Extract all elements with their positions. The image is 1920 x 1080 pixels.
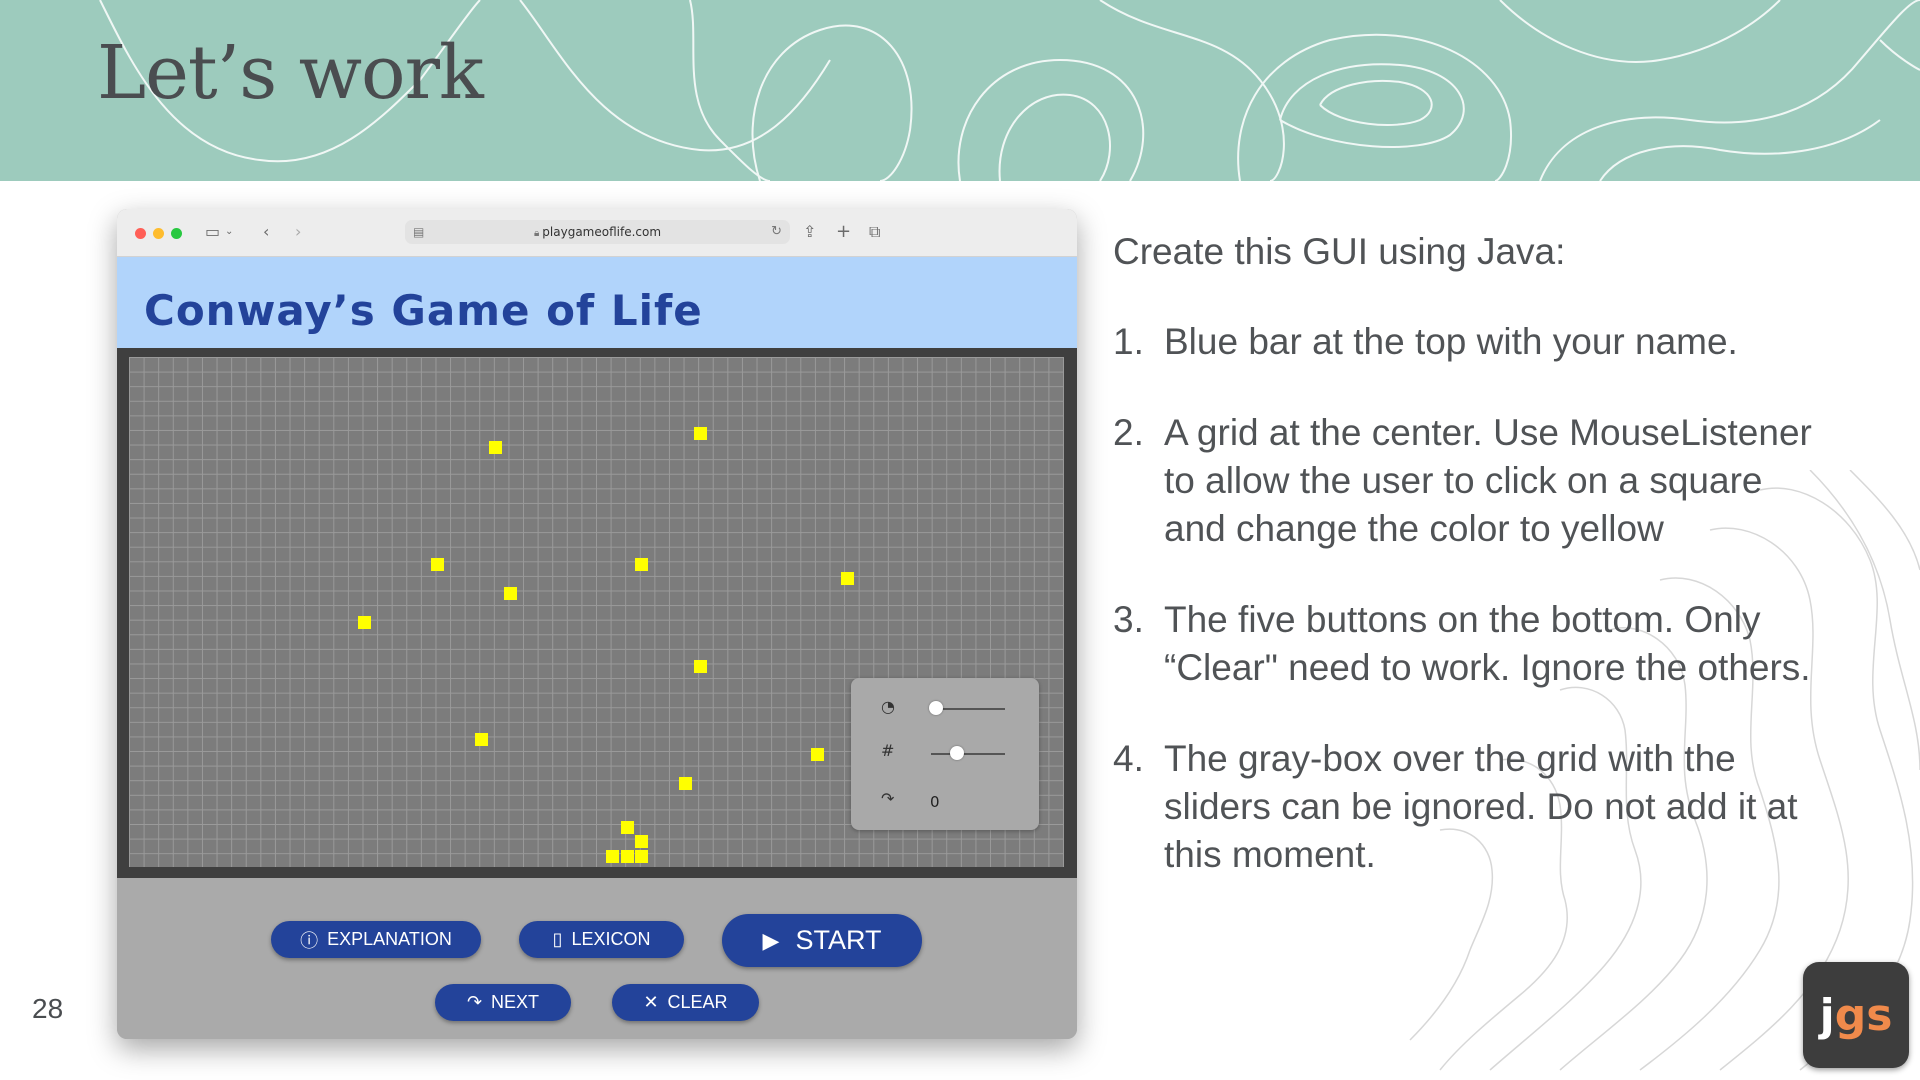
clear-button[interactable]: ✕ CLEAR [612, 984, 759, 1021]
item-number: 2. [1113, 412, 1144, 453]
settings-panel: ◔ # ↷ 0 [851, 678, 1039, 830]
reload-icon[interactable]: ↻ [771, 220, 782, 244]
instructions: Create this GUI using Java: 1. Blue bar a… [1113, 228, 1813, 922]
info-icon: ⓘ [300, 930, 319, 951]
back-icon[interactable]: ‹ [263, 221, 269, 243]
instructions-intro: Create this GUI using Java: [1113, 231, 1566, 272]
live-cell[interactable] [431, 558, 444, 571]
live-cell[interactable] [606, 850, 619, 863]
instruction-item: 4. The gray-box over the grid with the sl… [1113, 735, 1813, 879]
lexicon-button[interactable]: ▯ LEXICON [519, 921, 684, 958]
live-cell[interactable] [358, 616, 371, 629]
live-cell[interactable] [635, 850, 648, 863]
page-menu-icon[interactable]: ▤ [413, 220, 424, 244]
jgs-logo: j gs [1803, 962, 1909, 1068]
instruction-item: 1. Blue bar at the top with your name. [1113, 318, 1813, 366]
live-cell[interactable] [811, 748, 824, 761]
app-title: Conway’s Game of Life [144, 286, 703, 335]
explanation-button[interactable]: ⓘ EXPLANATION [271, 921, 481, 958]
grid-size-icon: # [881, 741, 895, 760]
start-button[interactable]: ▶ START [722, 914, 922, 967]
share-icon[interactable]: ⇪ [803, 221, 816, 243]
generation-icon: ↷ [881, 789, 895, 808]
instruction-item: 3. The five buttons on the bottom. Only “… [1113, 596, 1813, 692]
size-slider[interactable] [931, 753, 1005, 755]
close-window-button[interactable] [135, 228, 146, 239]
live-cell[interactable] [679, 777, 692, 790]
speed-icon: ◔ [881, 697, 895, 716]
browser-toolbar: ▭ ⌄ ‹ › ▤ 🔒︎ playgameoflife.com ↻ ⇪ + ⧉ [117, 209, 1077, 257]
live-cell[interactable] [489, 441, 502, 454]
live-cell[interactable] [504, 587, 517, 600]
page-number: 28 [32, 993, 64, 1024]
close-icon: ✕ [643, 992, 659, 1012]
item-number: 3. [1113, 599, 1144, 640]
live-cell[interactable] [694, 660, 707, 673]
grid-frame: ◔ # ↷ 0 [117, 348, 1077, 878]
next-label: NEXT [491, 992, 540, 1012]
start-label: START [795, 925, 882, 955]
item-text: The five buttons on the bottom. Only “Cl… [1164, 599, 1811, 688]
speed-slider-thumb[interactable] [929, 701, 943, 715]
minimize-window-button[interactable] [153, 228, 164, 239]
sidebar-icon[interactable]: ▭ [205, 221, 220, 243]
live-cell[interactable] [621, 850, 634, 863]
logo-gs: gs [1834, 989, 1893, 1041]
clear-label: CLEAR [667, 992, 728, 1012]
item-text: Blue bar at the top with your name. [1164, 321, 1738, 362]
tab-overview-icon[interactable]: ⧉ [869, 221, 880, 243]
url-text: playgameoflife.com [542, 225, 662, 239]
size-slider-thumb[interactable] [950, 746, 964, 760]
forward-icon[interactable]: › [295, 221, 301, 243]
lock-icon: 🔒︎ [533, 228, 540, 239]
live-cell[interactable] [694, 427, 707, 440]
next-button[interactable]: ↷ NEXT [435, 984, 571, 1021]
zoom-window-button[interactable] [171, 228, 182, 239]
item-text: The gray-box over the grid with the slid… [1164, 738, 1798, 875]
app-title-bar: Conway’s Game of Life [117, 257, 1077, 348]
slide-title: Let’s work [97, 30, 484, 116]
live-cell[interactable] [475, 733, 488, 746]
live-cell[interactable] [635, 558, 648, 571]
slide-header: Let’s work [0, 0, 1920, 181]
control-bar: ⓘ EXPLANATION ▯ LEXICON ▶ START ↷ NEXT ✕… [117, 878, 1077, 1039]
instructions-list: 1. Blue bar at the top with your name. 2.… [1113, 318, 1813, 879]
generation-count: 0 [930, 793, 940, 811]
item-number: 1. [1113, 321, 1144, 362]
play-icon: ▶ [762, 927, 780, 953]
live-cell[interactable] [621, 821, 634, 834]
chevron-down-icon[interactable]: ⌄ [225, 221, 233, 243]
instruction-item: 2. A grid at the center. Use MouseListene… [1113, 409, 1813, 553]
item-number: 4. [1113, 738, 1144, 779]
item-text: A grid at the center. Use MouseListener … [1164, 412, 1812, 549]
lexicon-label: LEXICON [571, 929, 651, 949]
address-bar[interactable]: ▤ 🔒︎ playgameoflife.com ↻ [405, 220, 790, 244]
book-icon: ▯ [552, 929, 563, 949]
live-cell[interactable] [841, 572, 854, 585]
new-tab-icon[interactable]: + [836, 221, 851, 243]
explanation-label: EXPLANATION [327, 929, 452, 949]
redo-arrow-icon: ↷ [466, 992, 483, 1012]
browser-window: ▭ ⌄ ‹ › ▤ 🔒︎ playgameoflife.com ↻ ⇪ + ⧉ C… [117, 209, 1077, 1039]
logo-j: j [1819, 989, 1835, 1041]
live-cell[interactable] [635, 835, 648, 848]
